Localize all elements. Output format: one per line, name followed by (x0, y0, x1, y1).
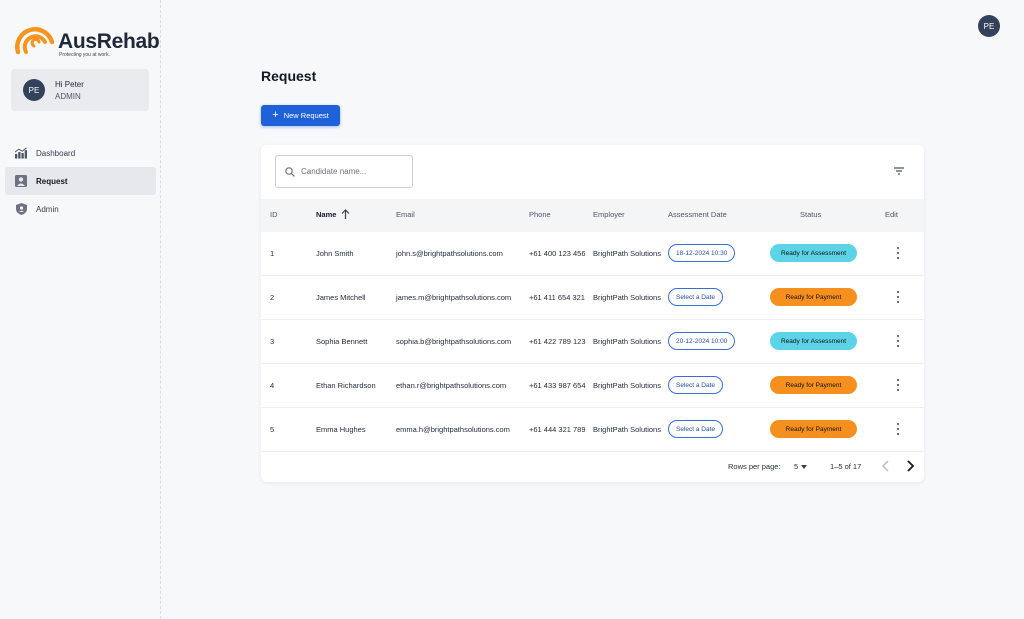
more-options-icon[interactable] (893, 334, 903, 348)
pagination-range: 1–5 of 17 (830, 462, 862, 471)
chart-icon (15, 147, 27, 159)
user-card[interactable]: PE Hi Peter ADMIN (11, 69, 149, 111)
row-phone: +61 400 123 456 (529, 249, 586, 258)
column-status[interactable]: Status (800, 210, 821, 219)
row-name: Ethan Richardson (316, 381, 376, 390)
row-name: John Smith (316, 249, 354, 258)
row-id: 1 (270, 249, 275, 258)
select-date-button[interactable]: Select a Date (668, 288, 724, 306)
more-options-icon[interactable] (893, 422, 903, 436)
shield-icon (15, 203, 27, 215)
table-row[interactable]: 4 Ethan Richardson ethan.r@brightpathsol… (261, 364, 924, 408)
column-edit: Edit (885, 210, 898, 219)
column-email[interactable]: Email (396, 210, 415, 219)
row-phone: +61 433 987 654 (529, 381, 586, 390)
row-name: James Mitchell (316, 293, 366, 302)
table-row[interactable]: 3 Sophia Bennett sophia.b@brightpathsolu… (261, 320, 924, 364)
search-input[interactable] (301, 167, 401, 176)
column-employer[interactable]: Employer (593, 210, 625, 219)
new-request-button[interactable]: + New Request (261, 105, 340, 126)
more-options-icon[interactable] (893, 290, 903, 304)
filter-icon[interactable] (893, 165, 905, 177)
column-assessment-date[interactable]: Assessment Date (668, 210, 727, 219)
account-avatar[interactable]: PE (978, 15, 1000, 37)
page-title: Request (261, 68, 317, 84)
caret-down-icon[interactable] (801, 465, 807, 469)
column-id[interactable]: ID (270, 210, 278, 219)
sort-arrow-up-icon[interactable] (341, 209, 350, 219)
row-email: emma.h@brightpathsolutions.com (396, 425, 510, 434)
row-email: sophia.b@brightpathsolutions.com (396, 337, 512, 346)
row-employer: BrightPath Solutions (593, 337, 661, 346)
logo-arcs-icon (15, 27, 55, 55)
select-date-button[interactable]: Select a Date (668, 420, 724, 438)
status-badge: Ready for Payment (770, 376, 857, 394)
row-phone: +61 411 654 321 (529, 293, 585, 302)
chevron-left-icon[interactable] (880, 459, 892, 473)
row-email: ethan.r@brightpathsolutions.com (396, 381, 507, 390)
sidebar-item-label: Admin (36, 204, 59, 214)
row-email: james.m@brightpathsolutions.com (396, 293, 512, 302)
user-greeting: Hi Peter (55, 80, 84, 89)
table-row[interactable]: 1 John Smith john.s@brightpathsolutions.… (261, 232, 924, 276)
table-pagination: Rows per page: 5 1–5 of 17 (261, 452, 924, 482)
column-name[interactable]: Name (316, 210, 336, 219)
sidebar-item-dashboard[interactable]: Dashboard (5, 139, 156, 167)
rows-per-page-label: Rows per page: (728, 462, 781, 471)
row-name: Emma Hughes (316, 425, 366, 434)
row-employer: BrightPath Solutions (593, 425, 661, 434)
row-employer: BrightPath Solutions (593, 381, 661, 390)
assessment-date-button[interactable]: 18-12-2024 10:30 (668, 244, 736, 262)
status-badge: Ready for Payment (770, 420, 857, 438)
more-options-icon[interactable] (893, 378, 903, 392)
chevron-right-icon[interactable] (904, 459, 916, 473)
plus-icon: + (272, 109, 279, 121)
sidebar-nav: Dashboard Request Admin (5, 139, 156, 223)
sidebar-item-request[interactable]: Request (5, 167, 156, 195)
row-employer: BrightPath Solutions (593, 249, 661, 258)
table-row[interactable]: 5 Emma Hughes emma.h@brightpathsolutions… (261, 408, 924, 452)
row-email: john.s@brightpathsolutions.com (396, 249, 503, 258)
person-icon (15, 175, 27, 187)
status-badge: Ready for Assessment (770, 332, 857, 350)
row-id: 2 (270, 293, 275, 302)
row-name: Sophia Bennett (316, 337, 368, 346)
status-badge: Ready for Payment (770, 288, 857, 306)
status-badge: Ready for Assessment (770, 244, 857, 262)
sidebar-item-admin[interactable]: Admin (5, 195, 156, 223)
ausrehab-logo[interactable]: AusRehab Protecting you at work. (12, 12, 160, 58)
search-icon (285, 166, 295, 177)
sidebar-item-label: Dashboard (36, 148, 76, 158)
row-phone: +61 422 789 123 (529, 337, 586, 346)
user-role: ADMIN (55, 92, 81, 101)
brand-name: AusRehab (58, 30, 160, 53)
column-phone[interactable]: Phone (529, 210, 551, 219)
request-table-card: ID Name Email Phone Employer Assessment … (261, 145, 924, 482)
row-phone: +61 444 321 789 (529, 425, 586, 434)
new-request-label: New Request (283, 111, 329, 120)
table-row[interactable]: 2 James Mitchell james.m@brightpathsolut… (261, 276, 924, 320)
assessment-date-button[interactable]: 20-12-2024 10:00 (668, 332, 736, 350)
more-options-icon[interactable] (893, 246, 903, 260)
search-box[interactable] (275, 155, 413, 188)
row-id: 3 (270, 337, 275, 346)
row-id: 5 (270, 425, 275, 434)
select-date-button[interactable]: Select a Date (668, 376, 724, 394)
sidebar: AusRehab Protecting you at work. PE Hi P… (0, 0, 161, 619)
brand-tagline: Protecting you at work. (59, 52, 110, 58)
row-employer: BrightPath Solutions (593, 293, 661, 302)
rows-per-page-select[interactable]: 5 (794, 462, 798, 471)
sidebar-item-label: Request (36, 176, 68, 186)
avatar: PE (23, 79, 45, 101)
table-header: ID Name Email Phone Employer Assessment … (261, 199, 924, 232)
row-id: 4 (270, 381, 275, 390)
